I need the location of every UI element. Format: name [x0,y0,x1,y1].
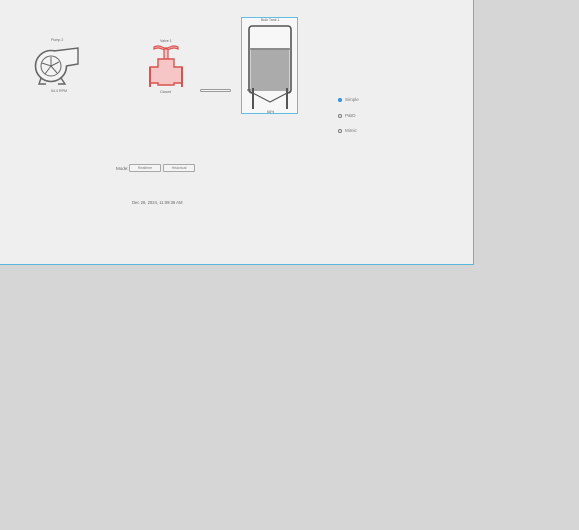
mode-label: Mode: [116,166,129,171]
valve-status: Closed [160,90,172,94]
pump-title: Pump 2 [51,38,64,42]
pump-icon[interactable] [32,44,82,88]
radio-option-mimic[interactable]: Mimic [338,128,357,133]
radio-button[interactable] [338,128,342,133]
hmi-canvas: Pump 2 54.4 RPM Valve 1 Closed Bulk Tank… [0,0,474,265]
pump-status: 54.4 RPM [51,89,67,93]
radio-button[interactable] [338,113,342,118]
valve-icon[interactable] [146,43,186,89]
radio-label: P&ID [345,113,356,118]
realtime-button[interactable]: Realtime [129,164,161,172]
radio-label: Mimic [345,128,357,133]
tank-level-label: 68% [267,110,275,114]
tank-icon[interactable] [245,22,295,110]
radio-option-pid[interactable]: P&ID [338,113,356,118]
timestamp: Dec 28, 2024, 11:09:36 AM [132,200,183,205]
historical-button[interactable]: Historical [163,164,195,172]
tank-level-fill [250,47,290,92]
radio-option-simple[interactable]: Simple [338,97,359,102]
transfer-progress-bar [200,89,231,92]
radio-button[interactable] [338,97,342,102]
radio-label: Simple [345,97,359,102]
